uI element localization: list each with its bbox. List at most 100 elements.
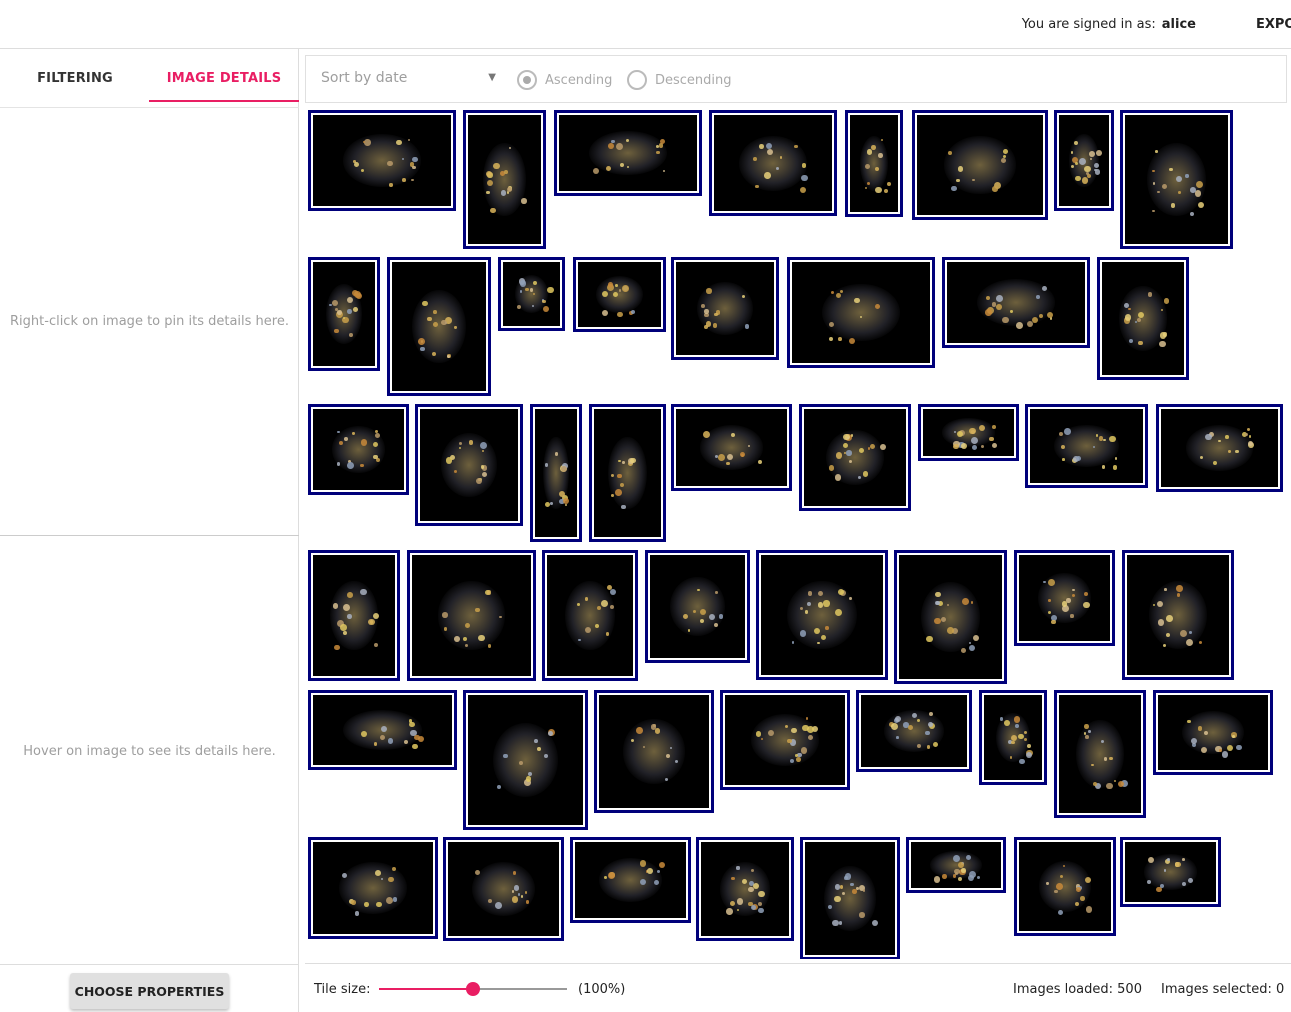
specimen-speck	[1032, 317, 1039, 324]
specimen-speck	[715, 591, 719, 594]
pinned-details-panel: Right-click on image to pin its details …	[0, 108, 299, 536]
gallery-tile[interactable]	[1097, 257, 1189, 380]
gallery-tile[interactable]	[856, 690, 972, 772]
specimen-speck	[604, 876, 607, 879]
gallery-tile[interactable]	[542, 550, 638, 681]
gallery-tile[interactable]	[387, 257, 491, 396]
gallery-tile[interactable]	[443, 837, 564, 941]
gallery-tile[interactable]	[1156, 404, 1283, 492]
specimen-speck	[794, 144, 798, 149]
tab-filtering[interactable]: FILTERING	[0, 57, 150, 102]
gallery-tile[interactable]	[918, 404, 1019, 461]
gallery-tile[interactable]	[308, 550, 400, 681]
specimen-speck	[1178, 190, 1181, 194]
gallery-tile[interactable]	[308, 257, 380, 371]
specimen-speck	[608, 871, 616, 879]
specimen-speck	[1016, 322, 1023, 329]
specimen-speck	[411, 178, 414, 182]
specimen-image	[598, 858, 663, 902]
tab-image-details[interactable]: IMAGE DETAILS	[149, 57, 299, 102]
specimen-speck	[1197, 726, 1202, 731]
gallery-tile[interactable]	[800, 837, 900, 959]
specimen-speck	[1089, 151, 1095, 158]
gallery-tile[interactable]	[1120, 110, 1233, 249]
specimen-speck	[706, 288, 712, 294]
gallery-tile[interactable]	[415, 404, 523, 526]
gallery-tile[interactable]	[709, 110, 837, 216]
specimen-speck	[700, 303, 705, 308]
gallery-tile[interactable]	[845, 110, 903, 217]
gallery-tile[interactable]	[645, 550, 750, 663]
specimen-speck	[388, 876, 394, 883]
specimen-speck	[488, 898, 493, 903]
gallery-tile[interactable]	[1014, 837, 1116, 936]
specimen-speck	[1221, 751, 1229, 758]
sort-select[interactable]: Sort by date ▼	[321, 70, 496, 90]
specimen-speck	[1159, 332, 1167, 339]
specimen-speck	[744, 324, 750, 330]
choose-properties-button[interactable]: CHOOSE PROPERTIES	[70, 973, 229, 1009]
gallery-tile[interactable]	[1153, 690, 1273, 775]
gallery-tile[interactable]	[530, 404, 582, 542]
radio-descending[interactable]: Descending	[627, 70, 732, 90]
gallery-tile[interactable]	[979, 690, 1047, 785]
gallery-tile[interactable]	[1120, 837, 1221, 907]
gallery-tile[interactable]	[463, 110, 546, 249]
gallery-tile[interactable]	[554, 110, 702, 196]
gallery-tile[interactable]	[906, 837, 1006, 893]
tile-size-slider[interactable]	[379, 982, 567, 996]
specimen-speck	[354, 911, 360, 916]
gallery-tile[interactable]	[787, 257, 935, 368]
specimen-speck	[529, 288, 534, 292]
gallery-tile[interactable]	[894, 550, 1007, 684]
gallery-tile[interactable]	[308, 110, 456, 211]
gallery-tile[interactable]	[799, 404, 911, 511]
specimen-speck	[714, 312, 718, 316]
specimen-speck	[1050, 619, 1056, 625]
specimen-speck	[393, 897, 398, 902]
gallery-tile[interactable]	[1014, 550, 1115, 646]
specimen-speck	[519, 289, 523, 293]
gallery-tile[interactable]	[671, 404, 792, 491]
gallery-tile[interactable]	[671, 257, 779, 360]
specimen-speck	[468, 440, 474, 445]
gallery-tile[interactable]	[573, 257, 666, 332]
specimen-speck	[1002, 316, 1009, 324]
specimen-speck	[602, 309, 609, 317]
specimen-speck	[331, 299, 338, 306]
specimen-speck	[871, 145, 876, 151]
gallery-tile[interactable]	[1122, 550, 1234, 680]
specimen-speck	[621, 285, 629, 293]
specimen-speck	[533, 739, 538, 744]
gallery-tile[interactable]	[756, 550, 888, 680]
gallery-tile[interactable]	[589, 404, 666, 542]
gallery-tile[interactable]	[308, 837, 438, 939]
export-button[interactable]: EXPO	[1256, 17, 1291, 32]
gallery-tile[interactable]	[1054, 690, 1146, 818]
gallery-tile[interactable]	[594, 690, 714, 813]
gallery-tile[interactable]	[1054, 110, 1114, 211]
gallery-tile[interactable]	[720, 690, 850, 790]
gallery-tile[interactable]	[570, 837, 691, 923]
specimen-speck	[334, 644, 340, 651]
specimen-speck	[1094, 162, 1100, 169]
gallery-tile[interactable]	[308, 404, 409, 495]
specimen-speck	[340, 624, 347, 631]
gallery-tile[interactable]	[1025, 404, 1148, 488]
gallery-tile[interactable]	[912, 110, 1048, 220]
specimen-speck	[1047, 311, 1054, 318]
gallery-tile[interactable]	[463, 690, 588, 830]
specimen-speck	[968, 645, 976, 652]
gallery-tile[interactable]	[308, 690, 457, 770]
gallery-tile[interactable]	[696, 837, 794, 941]
specimen-speck	[801, 747, 808, 754]
specimen-speck	[886, 182, 891, 187]
gallery-tile[interactable]	[407, 550, 536, 681]
gallery-tile[interactable]	[942, 257, 1090, 348]
gallery-tile[interactable]	[498, 257, 565, 331]
specimen-speck	[443, 627, 448, 631]
specimen-speck	[516, 304, 521, 309]
radio-ascending[interactable]: Ascending	[517, 70, 612, 90]
specimen-speck	[519, 280, 527, 287]
slider-thumb[interactable]	[466, 982, 480, 996]
